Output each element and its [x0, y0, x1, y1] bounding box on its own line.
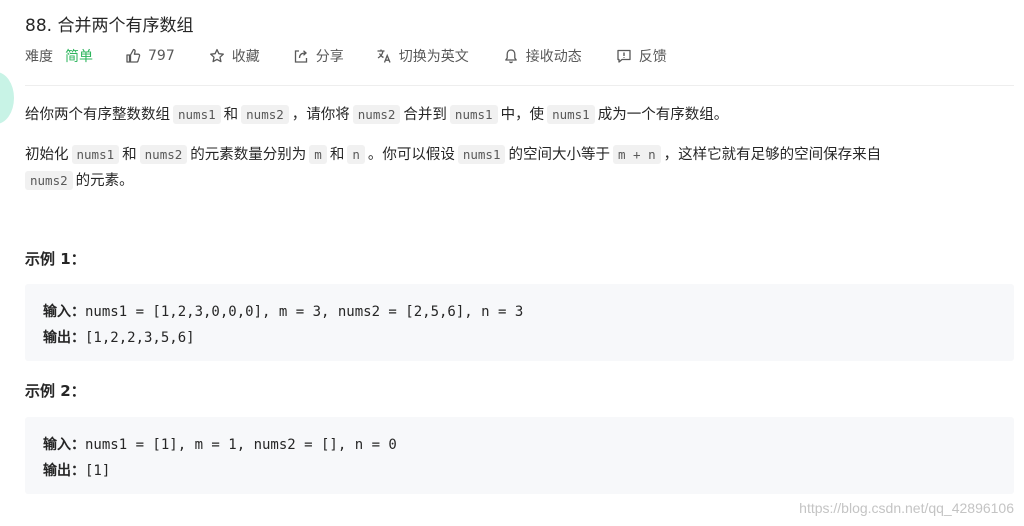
- inline-code: nums2: [352, 105, 401, 124]
- inline-code: nums2: [25, 171, 73, 190]
- example-2-title: 示例 2：: [25, 382, 86, 400]
- problem-meta-bar: 难度 简单 797 收藏 分享 切换为英文 接收动态 反馈: [25, 45, 667, 67]
- share-button[interactable]: 分享: [293, 46, 344, 66]
- inline-code: m + n: [612, 145, 661, 164]
- feedback-button[interactable]: 反馈: [616, 46, 667, 66]
- example-1-title: 示例 1：: [25, 250, 86, 268]
- input-label: 输入：: [43, 304, 85, 320]
- translate-label: 切换为英文: [398, 49, 469, 65]
- output-value: [1]: [85, 463, 111, 479]
- text: 和: [329, 147, 345, 163]
- example-2-input: 输入：nums1 = [1], m = 1, nums2 = [], n = 0: [43, 434, 397, 454]
- example-1-input: 输入：nums1 = [1,2,3,0,0,0], m = 3, nums2 =…: [43, 301, 523, 321]
- output-label: 输出：: [43, 463, 85, 479]
- example-2-box: 输入：nums1 = [1], m = 1, nums2 = [], n = 0…: [25, 417, 1014, 494]
- difficulty-label: 难度: [25, 49, 53, 65]
- output-label: 输出：: [43, 330, 85, 346]
- bell-icon: [504, 49, 517, 64]
- share-label: 分享: [315, 49, 344, 65]
- inline-code: nums1: [449, 105, 498, 124]
- text: 给你两个有序整数数组: [25, 107, 170, 123]
- text: ，请你将: [291, 107, 350, 123]
- inline-code: n: [347, 145, 365, 164]
- input-label: 输入：: [43, 437, 85, 453]
- difficulty-value: 简单: [65, 49, 93, 65]
- text: 的空间大小等于: [508, 147, 610, 163]
- favorite-button[interactable]: 收藏: [209, 46, 260, 66]
- inline-code: m: [309, 145, 327, 164]
- text: 成为一个有序数组。: [597, 107, 729, 123]
- output-value: [1,2,2,3,5,6]: [85, 330, 195, 346]
- divider: [25, 85, 1014, 86]
- description-paragraph-2-continued: nums2 的元素。: [25, 168, 134, 194]
- side-panel-toggle[interactable]: [0, 72, 14, 124]
- text: 的元素。: [75, 173, 134, 189]
- input-value: nums1 = [1], m = 1, nums2 = [], n = 0: [85, 437, 397, 453]
- text: 的元素数量分别为: [190, 147, 307, 163]
- feedback-label: 反馈: [638, 49, 667, 65]
- inline-code: nums2: [241, 105, 289, 124]
- text: 和: [223, 107, 239, 123]
- like-count: 797: [148, 48, 175, 64]
- text: 合并到: [403, 107, 447, 123]
- favorite-label: 收藏: [231, 49, 260, 65]
- text: 。你可以假设: [367, 147, 455, 163]
- inline-code: nums1: [173, 105, 221, 124]
- share-icon: [294, 50, 307, 63]
- problem-title: 88. 合并两个有序数组: [25, 16, 194, 36]
- inline-code: nums1: [457, 145, 506, 164]
- example-1-output: 输出：[1,2,2,3,5,6]: [43, 327, 195, 347]
- description-paragraph-2: 初始化 nums1 和 nums2 的元素数量分别为 m 和 n 。你可以假设 nums1 的空间大…: [25, 142, 881, 168]
- example-2-output: 输出：[1]: [43, 460, 110, 480]
- like-button[interactable]: 797: [125, 48, 175, 64]
- input-value: nums1 = [1,2,3,0,0,0], m = 3, nums2 = [2…: [85, 304, 524, 320]
- inline-code: nums2: [139, 145, 188, 164]
- text: ，使: [515, 107, 545, 123]
- text: 中: [500, 107, 516, 123]
- subscribe-label: 接收动态: [525, 49, 582, 65]
- inline-code: nums1: [71, 145, 120, 164]
- text: 初始化: [25, 147, 69, 163]
- star-icon: [209, 48, 224, 63]
- subscribe-button[interactable]: 接收动态: [503, 46, 582, 66]
- watermark: https://blog.csdn.net/qq_42896106: [799, 500, 1014, 516]
- inline-code: nums1: [547, 105, 595, 124]
- translate-button[interactable]: 切换为英文: [376, 46, 469, 66]
- thumbs-up-icon: [126, 48, 141, 63]
- text: ，这样它就有足够的空间保存来自: [663, 147, 882, 163]
- translate-icon: [377, 49, 391, 63]
- feedback-icon: [617, 49, 631, 63]
- description-paragraph-1: 给你两个有序整数数组 nums1 和 nums2 ，请你将 nums2 合并到 nums1 中，…: [25, 102, 728, 128]
- text: 和: [122, 147, 137, 163]
- example-1-box: 输入：nums1 = [1,2,3,0,0,0], m = 3, nums2 =…: [25, 284, 1014, 361]
